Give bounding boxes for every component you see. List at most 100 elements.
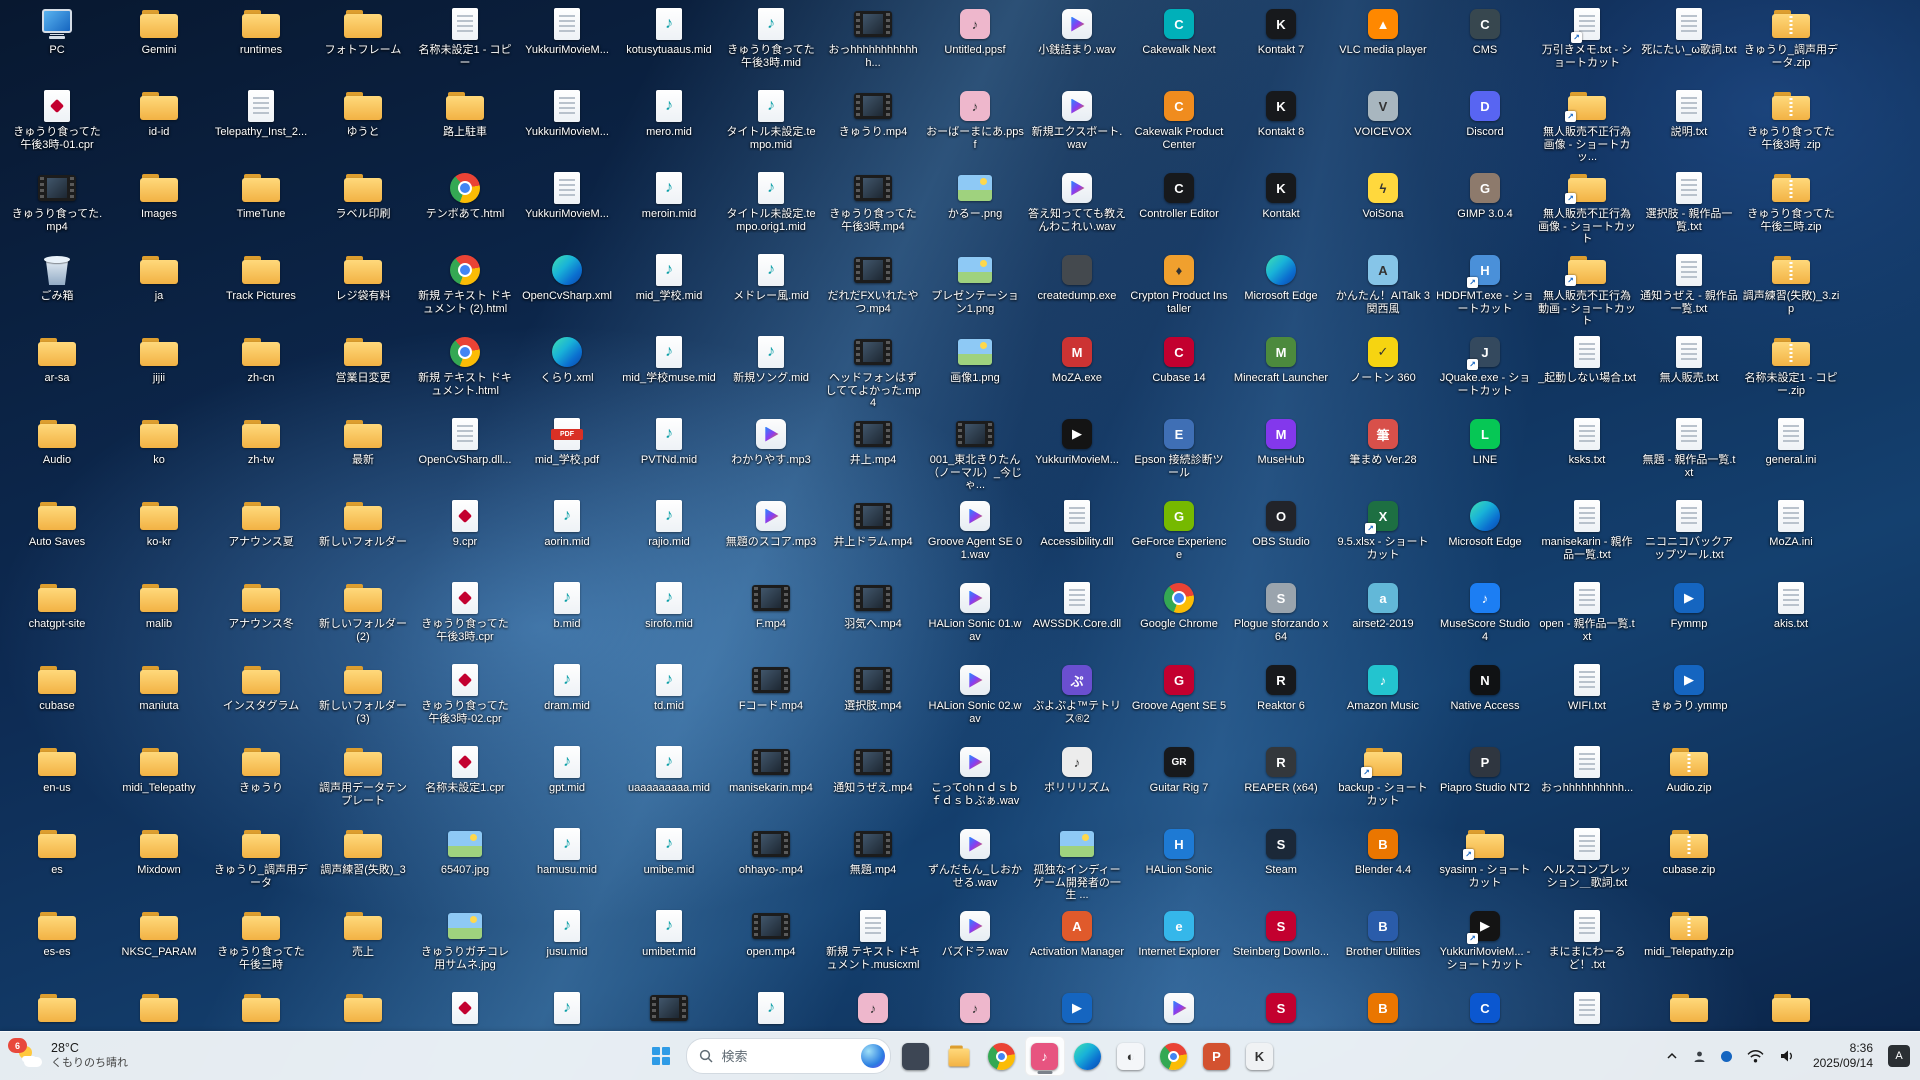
desktop-icon[interactable]: ♪ kotusytuaaus.mid: [618, 2, 720, 84]
desktop-icon[interactable]: O OBS Studio: [1230, 494, 1332, 576]
desktop-icon[interactable]: ♪ rajio.mid: [618, 494, 720, 576]
desktop-icon[interactable]: C Cakewalk Product Center: [1128, 84, 1230, 166]
desktop-icon[interactable]: ▶ ↗ YukkuriMovieM... - ショートカット: [1434, 904, 1536, 986]
desktop-icon[interactable]: 小銭詰まり.wav: [1026, 2, 1128, 84]
desktop-icon[interactable]: 画像1.png: [924, 330, 1026, 412]
desktop-icon[interactable]: AWSSDK.Core.dll: [1026, 576, 1128, 658]
taskbar-app-file-explorer[interactable]: [939, 1036, 979, 1076]
desktop-icon[interactable]: ♪ gpt.mid: [516, 740, 618, 822]
desktop-icon[interactable]: H HALion Sonic: [1128, 822, 1230, 904]
desktop-icon[interactable]: C CMS: [1434, 2, 1536, 84]
desktop-icon[interactable]: きゅうり_調声用データ: [210, 822, 312, 904]
desktop-icon[interactable]: レジ袋有料: [312, 248, 414, 330]
desktop-icon[interactable]: PDF mid_学校.pdf: [516, 412, 618, 494]
desktop-icon[interactable]: ▶: [1026, 986, 1128, 1034]
desktop-icon[interactable]: Gemini: [108, 2, 210, 84]
desktop-icon[interactable]: ♪ mero.mid: [618, 84, 720, 166]
desktop-icon[interactable]: ♪ メドレー風.mid: [720, 248, 822, 330]
desktop-icon[interactable]: 名称未設定1 - コピー.zip: [1740, 330, 1842, 412]
desktop-icon[interactable]: [618, 986, 720, 1034]
desktop-icon[interactable]: 路上駐車: [414, 84, 516, 166]
desktop-icon[interactable]: ♪ 新規ソング.mid: [720, 330, 822, 412]
desktop-icon[interactable]: ↗ 万引きメモ.txt - ショートカット: [1536, 2, 1638, 84]
desktop-icon[interactable]: ohhayo-.mp4: [720, 822, 822, 904]
desktop-icon[interactable]: 無題 - 親作品一覧.txt: [1638, 412, 1740, 494]
desktop-icon[interactable]: [210, 986, 312, 1034]
desktop-icon[interactable]: ♪ Amazon Music: [1332, 658, 1434, 740]
desktop-icon[interactable]: きゅうり: [210, 740, 312, 822]
desktop-icon[interactable]: ♪ タイトル未設定.tempo.orig1.mid: [720, 166, 822, 248]
taskbar-app-chrome[interactable]: [982, 1036, 1022, 1076]
desktop-icon[interactable]: L LINE: [1434, 412, 1536, 494]
desktop-icon[interactable]: ♪: [516, 986, 618, 1034]
desktop-icon[interactable]: YukkuriMovieM...: [516, 166, 618, 248]
desktop-icon[interactable]: S Plogue sforzando x64: [1230, 576, 1332, 658]
desktop-icon[interactable]: jijii: [108, 330, 210, 412]
desktop-icon[interactable]: Fコード.mp4: [720, 658, 822, 740]
desktop-icon[interactable]: zh-tw: [210, 412, 312, 494]
desktop-icon[interactable]: ksks.txt: [1536, 412, 1638, 494]
desktop-icon[interactable]: ♪: [924, 986, 1026, 1034]
desktop-icon[interactable]: 選択肢 - 親作品一覧.txt: [1638, 166, 1740, 248]
desktop-icon[interactable]: K Kontakt 7: [1230, 2, 1332, 84]
desktop-icon[interactable]: ko-kr: [108, 494, 210, 576]
bluetooth-tray-icon[interactable]: [1718, 1048, 1735, 1065]
desktop-icon[interactable]: GR Guitar Rig 7: [1128, 740, 1230, 822]
desktop-icon[interactable]: 名称未設定1.cpr: [414, 740, 516, 822]
desktop-icon[interactable]: ♪ td.mid: [618, 658, 720, 740]
desktop-icon[interactable]: 9.cpr: [414, 494, 516, 576]
desktop-icon[interactable]: Google Chrome: [1128, 576, 1230, 658]
desktop-icon[interactable]: S Steam: [1230, 822, 1332, 904]
desktop-icon[interactable]: M MuseHub: [1230, 412, 1332, 494]
desktop-icon[interactable]: きゅうり.mp4: [822, 84, 924, 166]
desktop-icon[interactable]: runtimes: [210, 2, 312, 84]
desktop-icon[interactable]: 新しいフォルダー (3): [312, 658, 414, 740]
desktop-icon[interactable]: R REAPER (x64): [1230, 740, 1332, 822]
desktop-icon[interactable]: ずんだもん_しおかせる.wav: [924, 822, 1026, 904]
desktop-icon[interactable]: 説明.txt: [1638, 84, 1740, 166]
taskbar-app-powerpoint[interactable]: P: [1197, 1036, 1237, 1076]
desktop-icon[interactable]: createdump.exe: [1026, 248, 1128, 330]
desktop-icon[interactable]: ♪ sirofo.mid: [618, 576, 720, 658]
desktop-icon[interactable]: おっhhhhhhhhhh...: [1536, 740, 1638, 822]
desktop-icon[interactable]: 調声用データテンプレート: [312, 740, 414, 822]
desktop-icon[interactable]: 001_東北きりたん（ノーマル）_今じゃ...: [924, 412, 1026, 494]
desktop-icon[interactable]: ヘルスコンプレッション＿歌詞.txt: [1536, 822, 1638, 904]
desktop-icon[interactable]: 65407.jpg: [414, 822, 516, 904]
desktop-icon[interactable]: きゅうり食ってた午後3時.mp4: [822, 166, 924, 248]
desktop-icon[interactable]: 売上: [312, 904, 414, 986]
desktop-icon[interactable]: ♪ MuseScore Studio 4: [1434, 576, 1536, 658]
desktop-icon[interactable]: 井上.mp4: [822, 412, 924, 494]
desktop-icon[interactable]: P Piapro Studio NT2: [1434, 740, 1536, 822]
desktop-icon[interactable]: ♪ hamusu.mid: [516, 822, 618, 904]
desktop-icon[interactable]: アナウンス冬: [210, 576, 312, 658]
desktop-icon[interactable]: ♪ umibe.mid: [618, 822, 720, 904]
desktop-icon[interactable]: WIFI.txt: [1536, 658, 1638, 740]
desktop-icon[interactable]: Accessibility.dll: [1026, 494, 1128, 576]
desktop-icon[interactable]: C Controller Editor: [1128, 166, 1230, 248]
desktop-icon[interactable]: ♪ おーばーまにあ.ppsf: [924, 84, 1026, 166]
desktop-icon[interactable]: 無人販売.txt: [1638, 330, 1740, 412]
desktop-icon[interactable]: M Minecraft Launcher: [1230, 330, 1332, 412]
desktop-icon[interactable]: [312, 986, 414, 1034]
desktop-icon[interactable]: e Internet Explorer: [1128, 904, 1230, 986]
desktop-icon[interactable]: [1128, 986, 1230, 1034]
desktop-icon[interactable]: 選択肢.mp4: [822, 658, 924, 740]
desktop-icon[interactable]: ♪ b.mid: [516, 576, 618, 658]
desktop-icon[interactable]: きゅうり食ってた午後三時: [210, 904, 312, 986]
hidden-icons-chevron[interactable]: [1663, 1049, 1681, 1063]
desktop-icon[interactable]: 新しいフォルダー (2): [312, 576, 414, 658]
search-box[interactable]: [685, 1038, 891, 1074]
desktop-icon[interactable]: Audio: [6, 412, 108, 494]
desktop-icon[interactable]: ✓ ノートン 360: [1332, 330, 1434, 412]
desktop-icon[interactable]: G Groove Agent SE 5: [1128, 658, 1230, 740]
desktop-icon[interactable]: 営業日変更: [312, 330, 414, 412]
desktop-icon[interactable]: ニコニコバックアップツール.txt: [1638, 494, 1740, 576]
desktop-icon[interactable]: 新規 テキスト ドキュメント.html: [414, 330, 516, 412]
desktop-icon[interactable]: C: [1434, 986, 1536, 1034]
desktop-icon[interactable]: 筆筆まめ Ver.28: [1332, 412, 1434, 494]
desktop-icon[interactable]: E Epson 接続診断ツール: [1128, 412, 1230, 494]
desktop-icon[interactable]: 新規 テキスト ドキュメント (2).html: [414, 248, 516, 330]
desktop-icon[interactable]: A かんたん！AITalk 3 関西風: [1332, 248, 1434, 330]
desktop-icon[interactable]: K Kontakt: [1230, 166, 1332, 248]
